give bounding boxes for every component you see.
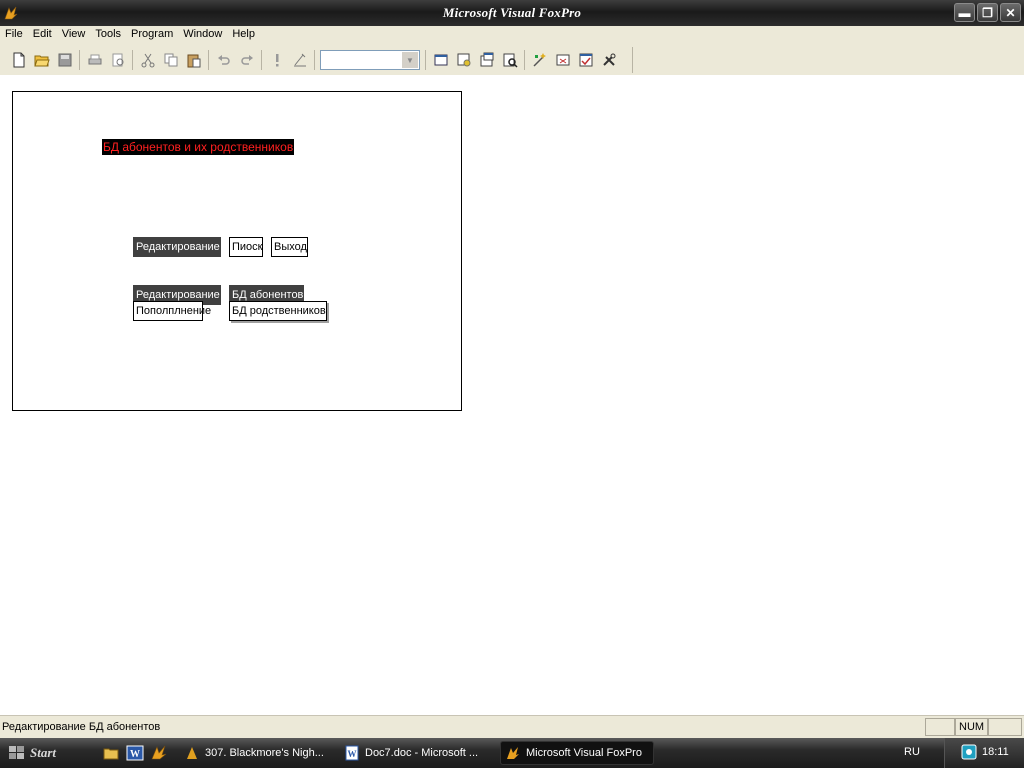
taskbar: Start W 307. Blackmore's Nigh... W Doc7.… xyxy=(0,738,1024,768)
exit-button[interactable]: Выход xyxy=(271,237,308,257)
task-word-doc[interactable]: W Doc7.doc - Microsoft ... xyxy=(340,741,496,765)
cut-icon[interactable] xyxy=(136,49,159,71)
modify-form-icon[interactable] xyxy=(288,49,311,71)
tray-app-icon[interactable] xyxy=(961,744,977,760)
word-doc-icon: W xyxy=(345,745,359,761)
start-label: Start xyxy=(30,745,57,760)
status-panel-empty xyxy=(988,718,1022,736)
close-button[interactable]: ✕ xyxy=(1000,3,1021,22)
undo-icon[interactable] xyxy=(212,49,235,71)
word-icon[interactable]: W xyxy=(126,744,144,762)
title-bar: Microsoft Visual FoxPro ▬ ❐ ✕ xyxy=(0,0,1024,26)
toolbar-separator xyxy=(132,50,133,70)
toolbar-separator xyxy=(261,50,262,70)
task-label: 307. Blackmore's Nigh... xyxy=(205,747,324,759)
status-text: Редактирование БД абонентов xyxy=(2,721,161,733)
tools-icon[interactable] xyxy=(597,49,620,71)
status-panel-empty xyxy=(925,718,955,736)
status-bar: Редактирование БД абонентов NUM xyxy=(0,715,1024,738)
search-button[interactable]: Пиоск xyxy=(229,237,263,257)
edit-button-1[interactable]: Редактирование xyxy=(133,237,221,257)
toolbar-separator xyxy=(314,50,315,70)
minimize-button[interactable]: ▬ xyxy=(954,3,975,22)
properties-window-icon[interactable] xyxy=(475,49,498,71)
menu-bar: File Edit View Tools Program Window Help xyxy=(0,26,1024,45)
toolbar-separator xyxy=(524,50,525,70)
num-lock-indicator: NUM xyxy=(955,718,988,736)
menu-file[interactable]: File xyxy=(0,26,28,45)
toolbar-separator xyxy=(79,50,80,70)
windows-logo-icon xyxy=(9,746,24,759)
data-session-icon[interactable] xyxy=(452,49,475,71)
relatives-db-button[interactable]: БД родственников xyxy=(229,301,327,321)
form-designer-icon[interactable] xyxy=(551,49,574,71)
command-window-icon[interactable] xyxy=(429,49,452,71)
menu-help[interactable]: Help xyxy=(227,26,260,45)
form-canvas[interactable]: БД абонентов и их родственников Редактир… xyxy=(12,91,462,411)
clock: 18:11 xyxy=(982,746,1009,758)
toolbar-separator xyxy=(208,50,209,70)
start-button[interactable]: Start xyxy=(0,738,92,768)
new-file-icon[interactable] xyxy=(7,49,30,71)
replenish-button[interactable]: Пополплнение xyxy=(133,301,211,321)
explorer-icon[interactable] xyxy=(102,744,120,762)
svg-text:W: W xyxy=(348,749,357,759)
menu-view[interactable]: View xyxy=(57,26,91,45)
copy-icon[interactable] xyxy=(159,49,182,71)
maximize-button[interactable]: ❐ xyxy=(977,3,998,22)
menu-tools[interactable]: Tools xyxy=(90,26,126,45)
run-exclamation-icon[interactable] xyxy=(265,49,288,71)
svg-text:W: W xyxy=(130,749,140,760)
form-title-label[interactable]: БД абонентов и их родственников xyxy=(102,139,295,155)
foxpro-task-icon xyxy=(507,747,519,759)
redo-icon[interactable] xyxy=(235,49,258,71)
task-winamp[interactable]: 307. Blackmore's Nigh... xyxy=(180,741,336,765)
task-label: Doc7.doc - Microsoft ... xyxy=(365,747,479,759)
winamp-icon xyxy=(187,747,197,759)
paste-icon[interactable] xyxy=(182,49,205,71)
database-combo[interactable]: ▼ xyxy=(320,50,420,70)
open-folder-icon[interactable] xyxy=(30,49,53,71)
menu-edit[interactable]: Edit xyxy=(28,26,57,45)
standard-toolbar: ▼ xyxy=(3,47,633,73)
menu-program[interactable]: Program xyxy=(126,26,178,45)
print-icon[interactable] xyxy=(83,49,106,71)
print-preview-icon[interactable] xyxy=(106,49,129,71)
chevron-down-icon[interactable]: ▼ xyxy=(402,52,418,68)
task-label: Microsoft Visual FoxPro xyxy=(526,747,642,759)
window-title: Microsoft Visual FoxPro xyxy=(442,5,582,20)
code-window-icon[interactable] xyxy=(498,49,521,71)
form-wizard-icon[interactable] xyxy=(528,49,551,71)
task-foxpro[interactable]: Microsoft Visual FoxPro xyxy=(500,741,654,765)
toolbar-separator xyxy=(425,50,426,70)
foxpro-quicklaunch-icon[interactable] xyxy=(150,744,168,762)
save-disk-icon[interactable] xyxy=(53,49,76,71)
language-indicator[interactable]: RU xyxy=(904,746,920,758)
toolbar: ▼ xyxy=(0,45,1024,75)
menu-window[interactable]: Window xyxy=(178,26,227,45)
report-designer-icon[interactable] xyxy=(574,49,597,71)
